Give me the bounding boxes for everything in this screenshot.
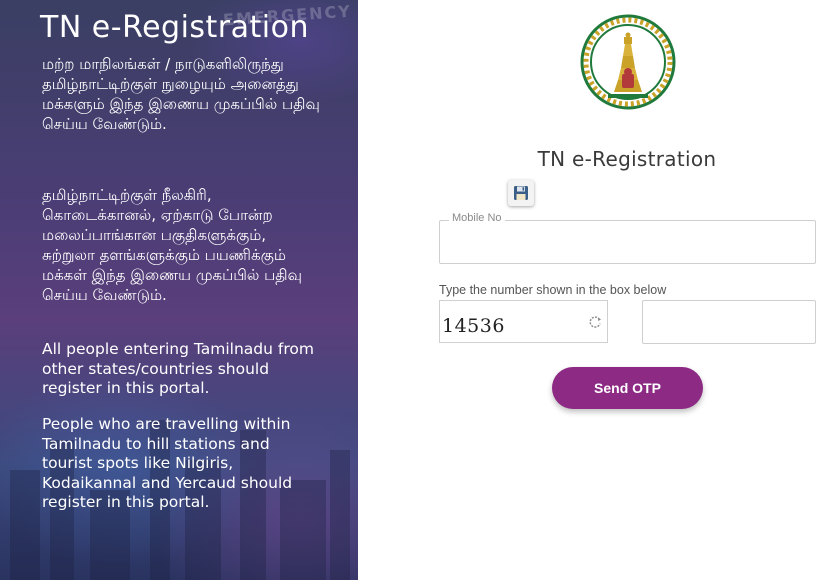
english-instructions-hill-stations: People who are travelling within Tamilna… <box>42 415 293 511</box>
mobile-number-input[interactable] <box>440 221 815 263</box>
form-title: TN e-Registration <box>537 147 717 171</box>
mobile-number-label: Mobile No <box>449 212 505 224</box>
mobile-number-field[interactable] <box>439 220 816 264</box>
registration-form-panel: TN e-Registration Mobile No Type the num… <box>358 0 838 580</box>
captcha-input[interactable] <box>642 300 816 344</box>
refresh-icon[interactable] <box>587 314 603 330</box>
floppy-disk-icon[interactable] <box>508 180 534 206</box>
tamil-instructions-hill-stations: தமிழ்நாட்டிற்குள் நீலகிரி, கொடைக்கானல், … <box>42 186 302 304</box>
panel-title: TN e-Registration <box>40 10 309 45</box>
send-otp-button[interactable]: Send OTP <box>552 367 703 409</box>
page: EMERGENCY TN e-Registration மற்ற மாநிலங்… <box>0 0 838 580</box>
captcha-code: 14536 <box>442 315 505 337</box>
tamil-nadu-emblem-icon <box>580 14 676 110</box>
captcha-instruction: Type the number shown in the box below <box>439 283 667 297</box>
english-instructions-entry: All people entering Tamilnadu from other… <box>42 340 314 397</box>
info-panel: EMERGENCY TN e-Registration மற்ற மாநிலங்… <box>0 0 358 580</box>
tamil-instructions-entry: மற்ற மாநிலங்கள் / நாடுகளிலிருந்து தமிழ்ந… <box>42 55 320 133</box>
captcha-image-box: 14536 <box>439 300 608 343</box>
